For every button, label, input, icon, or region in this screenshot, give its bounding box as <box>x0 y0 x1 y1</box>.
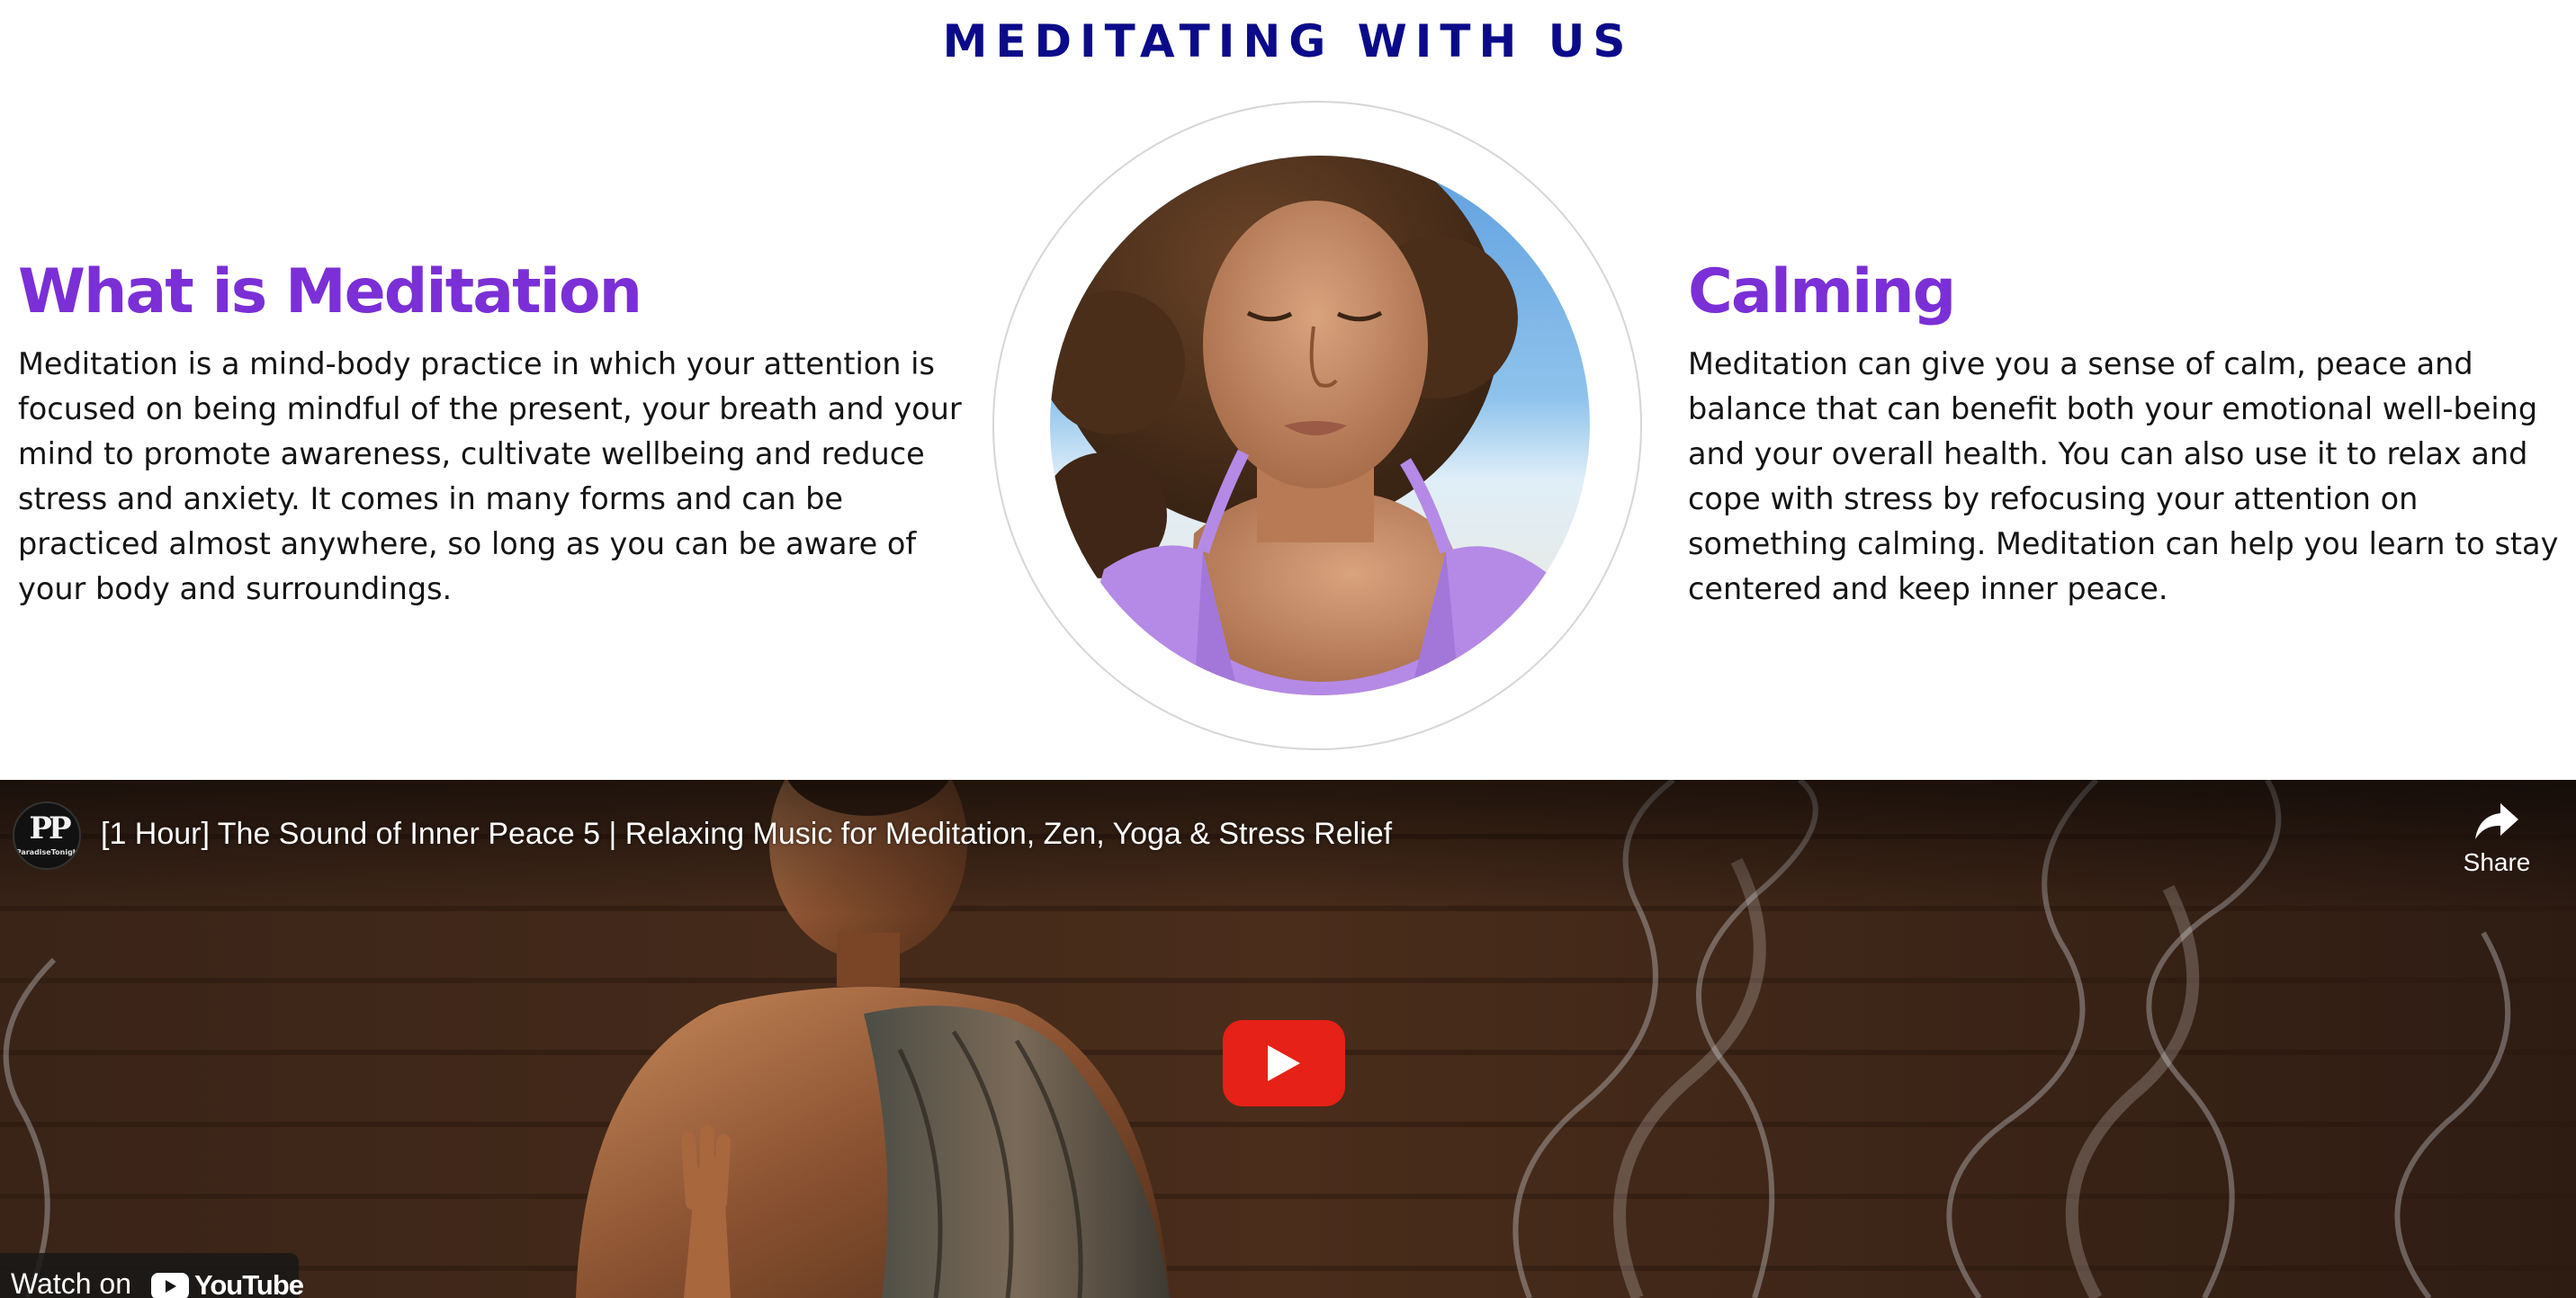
calming-body: Meditation can give you a sense of calm,… <box>1688 346 2559 606</box>
youtube-wordmark: YouTube <box>194 1269 304 1298</box>
play-button[interactable] <box>1223 1020 1345 1106</box>
video-title-link[interactable]: [1 Hour] The Sound of Inner Peace 5 | Re… <box>101 812 1392 855</box>
calming-title: Calming <box>1688 256 1956 327</box>
watch-on-youtube-button[interactable]: Watch on YouTube <box>0 1253 304 1298</box>
section-heading: MEDITATING WITH US <box>942 15 1634 67</box>
channel-avatar-text: ParadiseTonight <box>15 848 81 856</box>
meditating-woman-photo <box>1050 156 1590 695</box>
youtube-logo: YouTube <box>151 1269 304 1298</box>
watch-on-label: Watch on <box>11 1267 131 1298</box>
youtube-video-embed[interactable]: PP ParadiseTonight [1 Hour] The Sound of… <box>0 780 2576 1298</box>
share-label: Share <box>2463 848 2531 876</box>
what-is-meditation-title: What is Meditation <box>18 256 642 327</box>
youtube-icon <box>151 1273 189 1298</box>
play-icon <box>1268 1045 1300 1081</box>
share-arrow-icon <box>2475 803 2518 839</box>
channel-avatar[interactable]: PP ParadiseTonight <box>13 801 81 870</box>
page: MEDITATING WITH US What is Meditation Me… <box>0 0 2576 1298</box>
calming-column: Calming Meditation can give you a sense … <box>1688 243 2561 612</box>
share-button[interactable]: Share <box>2447 801 2546 900</box>
what-is-meditation-body: Meditation is a mind-body practice in wh… <box>18 346 962 606</box>
channel-avatar-letters: PP <box>29 810 71 846</box>
what-is-meditation-column: What is Meditation Meditation is a mind-… <box>18 243 972 612</box>
